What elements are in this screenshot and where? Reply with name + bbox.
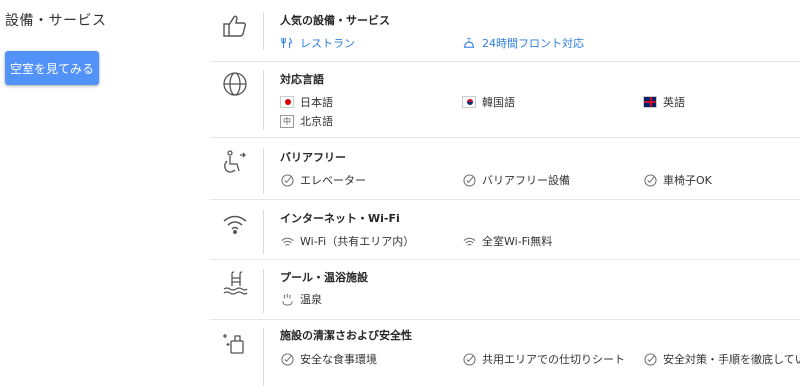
language-label: 日本語: [300, 96, 333, 109]
facility-label: 安全な食事環境: [300, 353, 377, 366]
language-english: 英語: [643, 94, 685, 110]
section-title-pool: プール・温浴施設: [280, 271, 368, 284]
page-title: 設備・サービス: [5, 13, 107, 29]
cleaning-icon: [220, 328, 250, 358]
check-circle-icon: [280, 173, 294, 187]
wifi-icon: [280, 234, 294, 248]
facility-label: 安全対策・手順を徹底しています: [663, 353, 800, 366]
section-title-languages: 対応言語: [280, 73, 324, 86]
check-circle-icon: [643, 352, 657, 366]
view-rooms-button[interactable]: 空室を見てみる: [5, 51, 99, 85]
facility-label: 全室Wi-Fi無料: [482, 235, 553, 248]
facility-barrier-free-equipment: バリアフリー設備: [462, 172, 570, 188]
onsen-icon: [280, 292, 294, 306]
thumbs-up-icon: [220, 11, 250, 41]
pool-icon: [220, 268, 250, 298]
facility-safe-dining: 安全な食事環境: [280, 351, 377, 367]
facility-wheelchair: 車椅子OK: [643, 172, 712, 188]
facility-label: 24時間フロント対応: [482, 37, 584, 50]
globe-icon: [220, 69, 250, 99]
chinese-character-icon: 中: [280, 114, 294, 128]
section-title-barrier-free: バリアフリー: [280, 151, 346, 164]
section-popular: 人気の設備・サービス レストラン 24時間フロント対応: [210, 8, 800, 60]
front-desk-icon: [462, 36, 476, 50]
language-japanese: 日本語: [280, 94, 333, 110]
facility-24h-front[interactable]: 24時間フロント対応: [462, 35, 584, 51]
language-mandarin: 中 北京語: [280, 113, 333, 129]
section-title-popular: 人気の設備・サービス: [280, 14, 390, 27]
check-circle-icon: [462, 173, 476, 187]
korea-flag-icon: [462, 95, 476, 109]
facility-safety-measures: 安全対策・手順を徹底しています: [643, 351, 800, 367]
check-circle-icon: [462, 352, 476, 366]
facility-wifi-free: 全室Wi-Fi無料: [462, 233, 552, 249]
section-internet: インターネット・Wi-Fi Wi-Fi（共有エリア内） 全室Wi-Fi無料: [210, 208, 800, 258]
wifi-icon: [220, 209, 250, 239]
language-korean: 韓国語: [462, 94, 515, 110]
facility-label: 車椅子OK: [663, 174, 712, 187]
section-languages: 対応言語 日本語 韓国語 英語 中 北京語: [210, 68, 800, 134]
section-pool: プール・温浴施設 温泉: [210, 267, 800, 317]
facility-elevator: エレベーター: [280, 172, 366, 188]
facility-label: エレベーター: [300, 174, 366, 187]
facility-onsen: 温泉: [280, 291, 322, 307]
section-barrier-free: バリアフリー エレベーター バリアフリー設備 車椅子OK: [210, 146, 800, 196]
language-label: 英語: [663, 96, 685, 109]
uk-flag-icon: [643, 95, 657, 109]
wifi-icon: [462, 234, 476, 248]
facility-label: 共用エリアでの仕切りシート: [482, 353, 625, 366]
facility-label: レストラン: [300, 37, 355, 50]
language-label: 韓国語: [482, 96, 515, 109]
facility-restaurant[interactable]: レストラン: [280, 35, 355, 51]
restaurant-icon: [280, 36, 294, 50]
japan-flag-icon: [280, 95, 294, 109]
check-circle-icon: [643, 173, 657, 187]
section-hygiene: 施設の清潔さおよび安全性 安全な食事環境 共用エリアでの仕切りシート 安全対策・…: [210, 326, 800, 386]
language-label: 北京語: [300, 115, 333, 128]
check-circle-icon: [280, 352, 294, 366]
facility-label: Wi-Fi（共有エリア内）: [300, 235, 415, 248]
accessibility-icon: [220, 148, 250, 178]
facility-partition-sheets: 共用エリアでの仕切りシート: [462, 351, 625, 367]
facility-label: バリアフリー設備: [482, 174, 570, 187]
section-title-hygiene: 施設の清潔さおよび安全性: [280, 329, 412, 342]
section-title-internet: インターネット・Wi-Fi: [280, 212, 400, 225]
facility-wifi-shared: Wi-Fi（共有エリア内）: [280, 233, 414, 249]
facility-label: 温泉: [300, 293, 322, 306]
